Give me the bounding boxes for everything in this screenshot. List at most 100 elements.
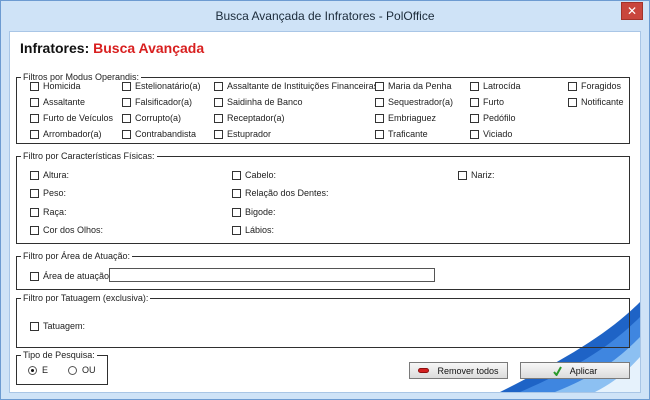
area-checkbox-label: Área de atuação: (43, 271, 112, 281)
checkbox-box[interactable] (30, 207, 39, 217)
modus-checkbox-label: Saidinha de Banco (227, 97, 303, 107)
fisica-checkbox[interactable]: Nariz: (458, 169, 495, 181)
fisica-checkbox-label: Raça: (43, 207, 67, 217)
area-input[interactable] (109, 268, 435, 282)
modus-checkbox[interactable]: Assaltante de Instituições Financeiras (214, 80, 378, 92)
checkbox-box[interactable] (232, 225, 241, 235)
modus-checkbox-label: Maria da Penha (388, 81, 452, 91)
checkbox-box[interactable] (232, 188, 241, 198)
area-checkbox[interactable]: Área de atuação: (30, 270, 112, 282)
modus-checkbox[interactable]: Sequestrador(a) (375, 96, 453, 108)
modus-checkbox[interactable]: Saidinha de Banco (214, 96, 303, 108)
checkbox-box[interactable] (568, 97, 577, 107)
modus-checkbox-label: Notificante (581, 97, 624, 107)
tatuagem-checkbox[interactable]: Tatuagem: (30, 320, 85, 332)
checkbox-box[interactable] (30, 113, 39, 123)
modus-checkbox[interactable]: Corrupto(a) (122, 112, 181, 124)
checkbox-box[interactable] (375, 81, 384, 91)
modus-checkbox-label: Sequestrador(a) (388, 97, 454, 107)
modus-checkbox[interactable]: Estuprador (214, 128, 271, 140)
modus-checkbox[interactable]: Foragidos (568, 80, 621, 92)
modus-checkbox[interactable]: Arrombador(a) (30, 128, 102, 140)
fisica-checkbox[interactable]: Relação dos Dentes: (232, 187, 329, 199)
tatuagem-checkbox-label: Tatuagem: (43, 321, 86, 331)
title-bar[interactable]: Busca Avançada de Infratores - PolOffice… (1, 1, 649, 31)
checkbox-box[interactable] (214, 81, 223, 91)
checkbox-box[interactable] (375, 97, 384, 107)
checkbox-box[interactable] (30, 129, 39, 139)
modus-checkbox-label: Estelionatário(a) (135, 81, 201, 91)
modus-checkbox[interactable]: Viciado (470, 128, 512, 140)
checkbox-box[interactable] (30, 170, 39, 180)
checkbox-box[interactable] (30, 97, 39, 107)
checkbox-box[interactable] (30, 271, 39, 281)
fisica-checkbox[interactable]: Bigode: (232, 206, 276, 218)
fisica-checkbox-label: Cor dos Olhos: (43, 225, 104, 235)
checkbox-box[interactable] (30, 188, 39, 198)
checkbox-box[interactable] (458, 170, 467, 180)
checkbox-box[interactable] (214, 129, 223, 139)
modus-checkbox-label: Traficante (388, 129, 428, 139)
modus-checkbox-label: Corrupto(a) (135, 113, 182, 123)
checkbox-box[interactable] (214, 113, 223, 123)
fisica-checkbox[interactable]: Lábios: (232, 224, 274, 236)
checkbox-box[interactable] (30, 81, 39, 91)
checkbox-box[interactable] (568, 81, 577, 91)
checkbox-box[interactable] (470, 113, 479, 123)
checkbox-box[interactable] (470, 129, 479, 139)
apply-button[interactable]: Aplicar (520, 362, 630, 379)
modus-checkbox[interactable]: Notificante (568, 96, 624, 108)
close-button[interactable]: ✕ (621, 2, 643, 20)
fisica-checkbox-label: Cabelo: (245, 170, 277, 180)
checkbox-box[interactable] (470, 97, 479, 107)
modus-checkbox[interactable]: Maria da Penha (375, 80, 452, 92)
checkbox-box[interactable] (375, 129, 384, 139)
checkbox-box[interactable] (122, 129, 131, 139)
checkbox-box[interactable] (375, 113, 384, 123)
modus-checkbox[interactable]: Falsificador(a) (122, 96, 192, 108)
fisica-checkbox[interactable]: Altura: (30, 169, 69, 181)
checkbox-box[interactable] (232, 207, 241, 217)
fisica-checkbox-label: Lábios: (245, 225, 275, 235)
checkbox-box[interactable] (214, 97, 223, 107)
radio-e[interactable]: E (28, 365, 48, 375)
modus-checkbox[interactable]: Traficante (375, 128, 428, 140)
fisica-checkbox[interactable]: Raça: (30, 206, 67, 218)
radio-dot[interactable] (28, 365, 37, 375)
apply-label: Aplicar (569, 365, 598, 376)
checkbox-box[interactable] (122, 113, 131, 123)
page-title: Infratores: Busca Avançada (20, 40, 204, 56)
fisicas-legend: Filtro por Características Físicas: (23, 151, 155, 161)
fisica-checkbox-label: Bigode: (245, 207, 276, 217)
fisica-checkbox-label: Relação dos Dentes: (245, 188, 329, 198)
fisica-checkbox[interactable]: Cor dos Olhos: (30, 224, 103, 236)
modus-checkbox-label: Estuprador (227, 129, 272, 139)
modus-checkbox[interactable]: Contrabandista (122, 128, 196, 140)
modus-checkbox[interactable]: Homicida (30, 80, 81, 92)
remove-all-button[interactable]: Remover todos (409, 362, 508, 379)
close-icon: ✕ (626, 4, 638, 18)
modus-checkbox-label: Embriaguez (388, 113, 437, 123)
modus-checkbox[interactable]: Latrocída (470, 80, 521, 92)
modus-checkbox[interactable]: Pedófilo (470, 112, 516, 124)
checkbox-box[interactable] (30, 321, 39, 331)
checkbox-box[interactable] (122, 97, 131, 107)
modus-checkbox[interactable]: Furto (470, 96, 504, 108)
fisica-checkbox[interactable]: Peso: (30, 187, 66, 199)
radio-ou[interactable]: OU (68, 365, 96, 375)
checkbox-box[interactable] (30, 225, 39, 235)
modus-checkbox[interactable]: Embriaguez (375, 112, 436, 124)
modus-checkbox[interactable]: Receptador(a) (214, 112, 285, 124)
tatuagem-legend: Filtro por Tatuagem (exclusiva): (23, 293, 149, 303)
modus-checkbox[interactable]: Estelionatário(a) (122, 80, 201, 92)
checkbox-box[interactable] (232, 170, 241, 180)
radio-dot[interactable] (68, 365, 77, 375)
modus-checkbox-label: Furto (483, 97, 505, 107)
checkbox-box[interactable] (122, 81, 131, 91)
checkbox-box[interactable] (470, 81, 479, 91)
modus-checkbox-label: Assaltante de Instituições Financeiras (227, 81, 379, 91)
modus-checkbox[interactable]: Assaltante (30, 96, 85, 108)
modus-checkbox-label: Foragidos (581, 81, 622, 91)
modus-checkbox[interactable]: Furto de Veículos (30, 112, 113, 124)
fisica-checkbox[interactable]: Cabelo: (232, 169, 276, 181)
